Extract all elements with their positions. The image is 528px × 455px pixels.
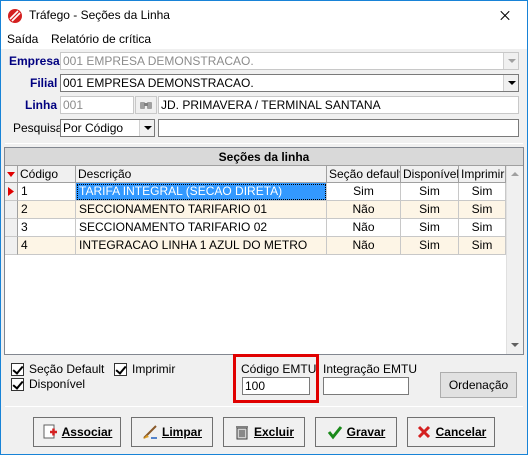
row-indicator[interactable] <box>5 183 18 201</box>
window-title: Tráfego - Seções da Linha <box>29 8 170 22</box>
row-pointer-icon <box>8 187 14 196</box>
checkmark-icon <box>327 425 342 440</box>
menu-bar: Saída Relatório de crítica <box>1 31 527 49</box>
cancelar-button[interactable]: Cancelar <box>407 417 495 447</box>
col-header-descricao[interactable]: Descrição <box>76 166 327 183</box>
table-cell[interactable]: SECCIONAMENTO TARIFARIO 02 <box>76 219 327 237</box>
table-cell[interactable]: SECCIONAMENTO TARIFARIO 01 <box>76 201 327 219</box>
title-bar: Tráfego - Seções da Linha <box>1 1 527 31</box>
col-header-imprimir[interactable]: Imprimir <box>459 166 506 183</box>
col-header-codigo[interactable]: Código <box>18 166 76 183</box>
table-cell[interactable]: Sim <box>459 237 506 255</box>
close-icon[interactable] <box>481 1 527 31</box>
table-cell[interactable]: 1 <box>18 183 76 201</box>
pesquisa-input[interactable] <box>158 119 519 137</box>
chevron-down-icon <box>503 53 518 69</box>
empresa-value: 001 EMPRESA DEMONSTRACAO. <box>63 54 254 68</box>
excluir-button[interactable]: Excluir <box>223 417 305 447</box>
disponivel-label: Disponível <box>29 377 86 391</box>
associate-icon <box>43 424 57 439</box>
table-cell[interactable]: 2 <box>18 201 76 219</box>
grid-title: Seções da linha <box>5 148 523 166</box>
pesquisa-select[interactable]: Por Código <box>60 119 155 137</box>
table-cell[interactable]: Sim <box>459 201 506 219</box>
cancelar-label: Cancelar <box>435 425 487 439</box>
table-cell[interactable]: Sim <box>401 183 459 201</box>
imprimir-checkbox[interactable] <box>114 363 127 376</box>
table-cell[interactable]: TARIFA INTEGRAL (SECAO DIRETA) <box>76 183 327 201</box>
table-cell[interactable]: Sim <box>459 219 506 237</box>
col-header-default[interactable]: Seção default <box>327 166 401 183</box>
codigo-emtu-label: Código EMTU <box>241 362 317 376</box>
limpar-button[interactable]: Limpar <box>131 417 213 447</box>
menu-relatorio[interactable]: Relatório de crítica <box>51 32 151 46</box>
gravar-label: Gravar <box>346 425 386 439</box>
menu-saida[interactable]: Saída <box>7 32 38 46</box>
associar-label: Associar <box>61 425 113 439</box>
integracao-emtu-label: Integração EMTU <box>323 362 418 376</box>
filial-value: 001 EMPRESA DEMONSTRACAO. <box>63 76 254 90</box>
filial-label: Filial <box>30 76 58 90</box>
linha-label: Linha <box>25 98 57 112</box>
table-cell[interactable]: 4 <box>18 237 76 255</box>
indicator-header <box>5 166 18 183</box>
table-cell[interactable]: Não <box>327 219 401 237</box>
vertical-scrollbar[interactable] <box>506 166 523 354</box>
pesquisa-value: Por Código <box>63 121 124 135</box>
excluir-label: Excluir <box>253 425 295 439</box>
eraser-icon <box>142 425 157 439</box>
trash-icon <box>235 425 248 440</box>
col-header-disponivel[interactable]: Disponível <box>401 166 459 183</box>
app-icon <box>8 9 22 23</box>
table-cell[interactable]: Sim <box>401 237 459 255</box>
table-cell[interactable]: Sim <box>459 183 506 201</box>
pesquisa-label: Pesquisa <box>13 121 63 135</box>
chevron-down-icon[interactable] <box>139 120 154 136</box>
secao-default-checkbox[interactable] <box>11 363 24 376</box>
gravar-button[interactable]: Gravar <box>315 417 397 447</box>
ordenacao-button[interactable]: Ordenação <box>440 372 517 398</box>
imprimir-label: Imprimir <box>132 362 176 376</box>
table-cell[interactable]: Não <box>327 201 401 219</box>
table-cell[interactable]: Não <box>327 237 401 255</box>
cancel-x-icon <box>417 425 430 438</box>
row-indicator[interactable] <box>5 201 18 219</box>
secao-default-label: Seção Default <box>29 362 105 376</box>
limpar-label: Limpar <box>161 425 202 439</box>
divider <box>5 406 523 407</box>
row-indicator[interactable] <box>5 219 18 237</box>
main-window: Tráfego - Seções da Linha Saída Relatóri… <box>0 0 528 455</box>
table-cell[interactable]: Sim <box>401 201 459 219</box>
codigo-emtu-field[interactable]: 100 <box>242 377 310 395</box>
disponivel-checkbox[interactable] <box>11 378 24 391</box>
row-indicator[interactable] <box>5 237 18 255</box>
table-cell[interactable]: Sim <box>401 219 459 237</box>
chevron-down-icon[interactable] <box>503 75 518 91</box>
sections-grid: Seções da linha Código Descrição Seção d… <box>4 147 524 355</box>
integracao-emtu-field[interactable] <box>323 377 409 395</box>
table-cell[interactable]: 3 <box>18 219 76 237</box>
binoculars-icon[interactable] <box>135 96 157 114</box>
table-cell[interactable]: INTEGRACAO LINHA 1 AZUL DO METRO <box>76 237 327 255</box>
empresa-select: 001 EMPRESA DEMONSTRACAO. <box>60 52 519 70</box>
empresa-label: Empresa <box>9 54 60 68</box>
divider <box>5 143 523 144</box>
associar-button[interactable]: Associar <box>33 417 121 447</box>
scroll-up-icon[interactable] <box>507 166 523 183</box>
linha-code-field[interactable]: 001 <box>60 96 134 114</box>
table-cell[interactable]: Sim <box>327 183 401 201</box>
linha-name-field: JD. PRIMAVERA / TERMINAL SANTANA <box>158 96 519 114</box>
scroll-down-icon[interactable] <box>507 337 523 354</box>
filial-select[interactable]: 001 EMPRESA DEMONSTRACAO. <box>60 74 519 92</box>
